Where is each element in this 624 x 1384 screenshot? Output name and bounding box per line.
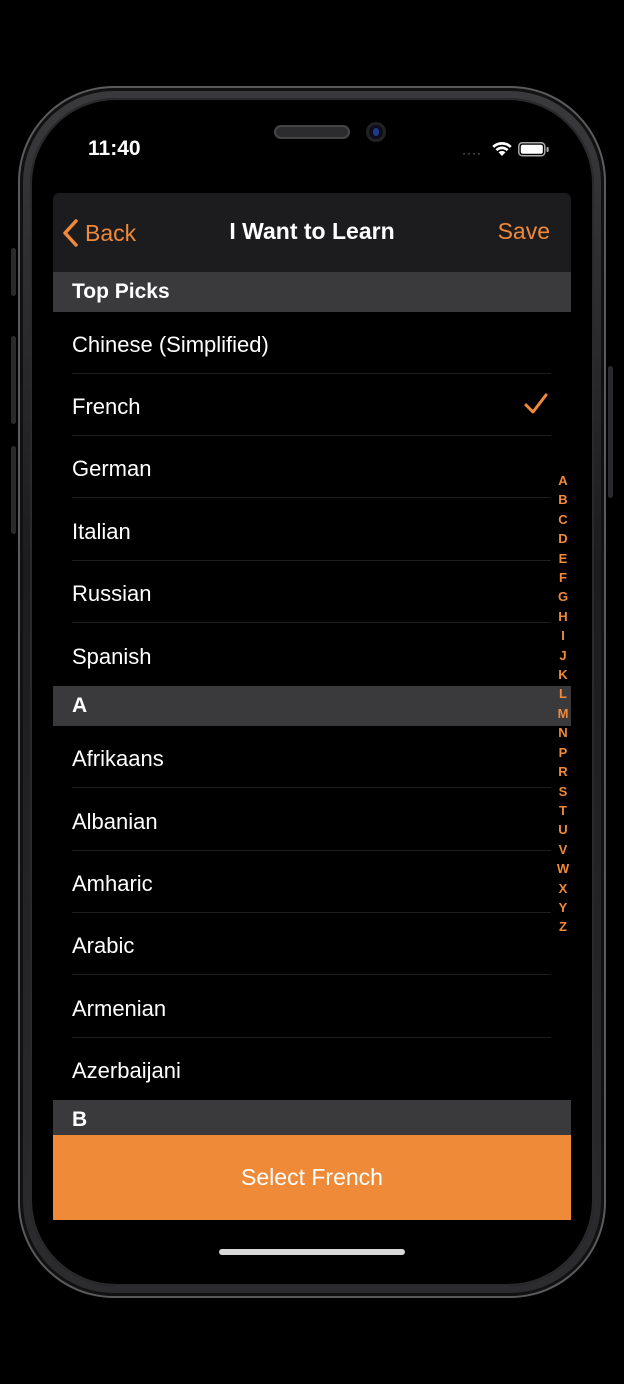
select-language-button[interactable]: Select French [53, 1135, 571, 1220]
section-index-letter-r[interactable]: R [553, 762, 571, 781]
list-item-german[interactable]: German [53, 436, 571, 498]
list-item-label: Chinese (Simplified) [72, 332, 269, 357]
home-indicator[interactable] [219, 1249, 405, 1255]
status-icons: ···· [462, 140, 552, 160]
volume-down-button [11, 446, 16, 534]
list-item-label: Italian [72, 519, 131, 544]
section-index-letter-t[interactable]: T [553, 801, 571, 820]
section-index-letter-v[interactable]: V [553, 840, 571, 859]
section-index-letter-m[interactable]: M [553, 704, 571, 723]
section-index-letter-u[interactable]: U [553, 820, 571, 839]
section-index-letter-p[interactable]: P [553, 743, 571, 762]
section-index-letter-b[interactable]: B [553, 490, 571, 509]
battery-icon [518, 142, 549, 157]
section-index-letter-a[interactable]: A [553, 471, 571, 490]
section-header-top-picks: Top Picks [53, 272, 571, 312]
list-item-russian[interactable]: Russian [53, 561, 571, 623]
section-index-letter-z[interactable]: Z [553, 917, 571, 936]
section-index-letter-n[interactable]: N [553, 723, 571, 742]
list-item-label: Spanish [72, 644, 152, 669]
list-item-label: Amharic [72, 871, 153, 896]
list-item-label: Azerbaijani [72, 1058, 181, 1083]
section-index-letter-l[interactable]: L [553, 684, 571, 703]
section-index-letter-y[interactable]: Y [553, 898, 571, 917]
section-index-letter-h[interactable]: H [553, 607, 571, 626]
list-item-french[interactable]: French [53, 374, 571, 436]
section-index-letter-g[interactable]: G [553, 587, 571, 606]
language-picker-screen: Back I Want to Learn Save Top Picks Chin… [53, 193, 571, 1220]
page-title: I Want to Learn [229, 218, 395, 244]
signal-icon: ···· [462, 146, 482, 160]
list-item-afrikaans[interactable]: Afrikaans [53, 726, 571, 788]
section-index-letter-c[interactable]: C [553, 510, 571, 529]
list-item-label: French [72, 394, 141, 419]
section-header-label: B [72, 1108, 88, 1131]
list-item-label: Armenian [72, 996, 167, 1021]
list-item-label: Russian [72, 581, 152, 606]
list-item-italian[interactable]: Italian [53, 499, 571, 561]
list-item-albanian[interactable]: Albanian [53, 789, 571, 851]
volume-up-button [11, 336, 16, 424]
list-item-armenian[interactable]: Armenian [53, 976, 571, 1038]
front-camera [366, 122, 386, 142]
section-index-letter-s[interactable]: S [553, 782, 571, 801]
list-item-arabic[interactable]: Arabic [53, 913, 571, 975]
section-header-a: A [53, 686, 571, 726]
section-index-letter-w[interactable]: W [553, 859, 571, 878]
section-header-b: B [53, 1100, 571, 1140]
status-time: 11:40 [88, 137, 141, 160]
section-index-letter-j[interactable]: J [553, 646, 571, 665]
section-index-letter-f[interactable]: F [553, 568, 571, 587]
list-item-spanish[interactable]: Spanish [53, 624, 571, 686]
section-index-letter-x[interactable]: X [553, 879, 571, 898]
section-index-letter-i[interactable]: I [553, 626, 571, 645]
section-index-letter-e[interactable]: E [553, 549, 571, 568]
section-index-letter-d[interactable]: D [553, 529, 571, 548]
wifi-icon [492, 142, 512, 156]
list-item-chinese-simplified[interactable]: Chinese (Simplified) [53, 312, 571, 374]
list-item-label: Albanian [72, 809, 158, 834]
speaker-grille [274, 125, 350, 139]
section-index-letter-k[interactable]: K [553, 665, 571, 684]
list-item-label: Afrikaans [72, 746, 164, 771]
list-item-label: Arabic [72, 933, 135, 958]
section-header-label: A [72, 694, 88, 717]
list-item-amharic[interactable]: Amharic [53, 851, 571, 913]
save-button[interactable]: Save [498, 218, 550, 245]
navigation-bar: Back I Want to Learn Save [53, 193, 571, 272]
side-button [11, 248, 16, 296]
section-header-label: Top Picks [72, 280, 170, 303]
list-item-azerbaijani[interactable]: Azerbaijani [53, 1038, 571, 1100]
select-language-label: Select French [241, 1164, 383, 1190]
list-item-label: German [72, 456, 152, 481]
checkmark-icon [524, 393, 548, 414]
power-button [608, 366, 613, 498]
section-index[interactable]: ABCDEFGHIJKLMNPRSTUVWXYZ [553, 471, 571, 937]
